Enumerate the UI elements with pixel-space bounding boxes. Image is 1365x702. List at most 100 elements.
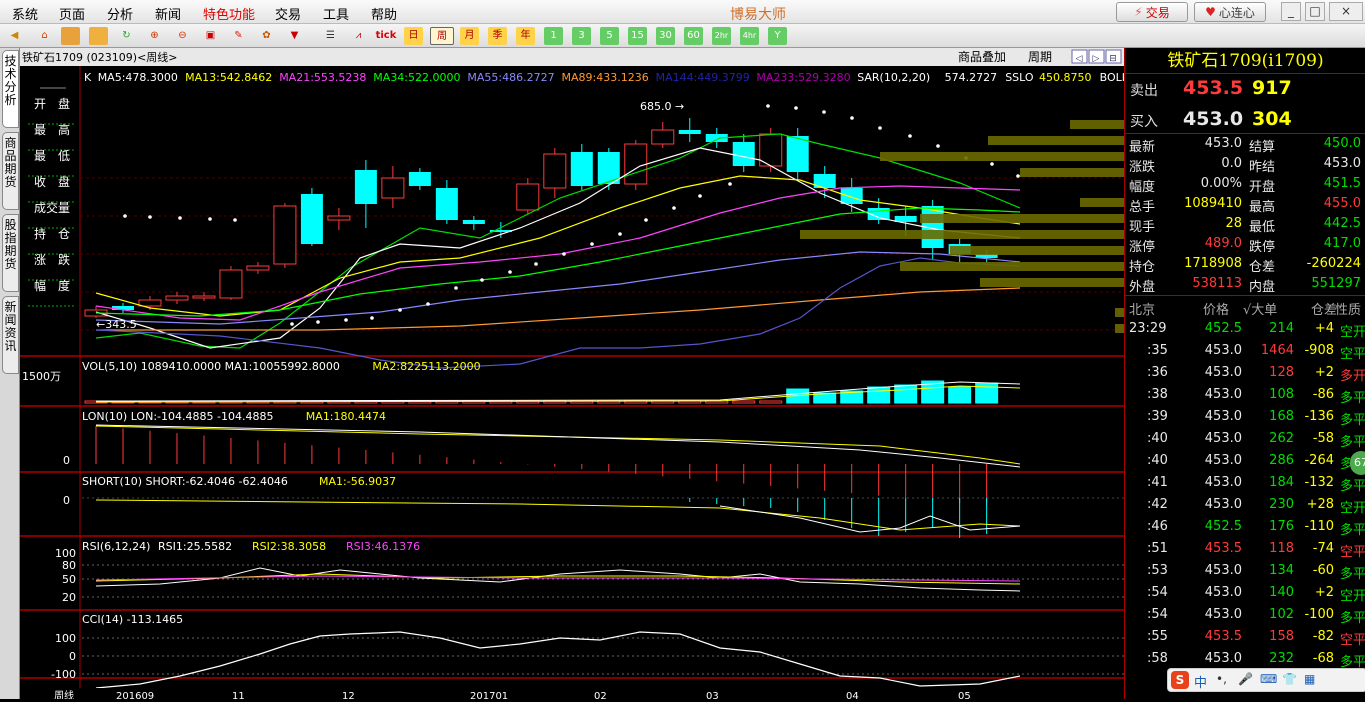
period-4hr[interactable]: 4hr [740,27,759,45]
trade-oi-change: -132 [1304,475,1334,490]
menu-help[interactable]: 帮助 [371,4,397,23]
side-label: 幅 [34,278,46,293]
trade-time: :53 [1147,563,1168,578]
tab-news[interactable]: 新闻资讯 [2,296,19,374]
menu-special[interactable]: 特色功能 [203,4,255,23]
candle-body [516,183,540,211]
period-year[interactable]: 年 [516,27,535,45]
trade-oi-change: +2 [1314,365,1334,380]
sar-dot [590,242,594,246]
candle-body [273,205,297,265]
trade-time: :46 [1147,519,1168,534]
trade-time: :36 [1147,365,1168,380]
period-season[interactable]: 季 [488,27,507,45]
table-icon[interactable]: ☰ [321,27,340,45]
trade-volume: 158 [1269,629,1294,644]
trade-nature: 空平 [1339,633,1365,648]
trade-time: :51 [1147,541,1168,556]
sar-dot [766,104,770,108]
trade-price: 453.0 [1204,497,1242,512]
period-tick[interactable]: tick [375,27,397,45]
home-icon[interactable]: ⌂ [35,27,54,45]
keyboard-icon[interactable]: ⌨ [1260,672,1277,686]
tab-index-futures[interactable]: 股指期货 [2,214,19,292]
side-label: 盘 [58,96,70,111]
menu-trade[interactable]: 交易 [275,4,301,23]
x-axis-tick: 12 [342,691,355,699]
tool-icon[interactable]: ✿ [257,27,276,45]
heart-button[interactable]: ♥ 心连心 [1194,2,1266,22]
kline-chart[interactable]: 铁矿石1709 (023109)<周线> 商品叠加 周期 ◁ ▷ ⊟开 盘最 高最 低收 盘成交量… [20,48,1146,702]
minimize-button[interactable]: _ [1281,2,1301,21]
menu-news[interactable]: 新闻 [155,4,181,23]
tab-commodity-futures[interactable]: 商品期货 [2,132,19,210]
refresh-icon[interactable]: ↻ [117,27,136,45]
microphone-icon[interactable]: 🎤 [1238,672,1253,686]
period-week[interactable]: 周 [430,27,454,45]
period-day[interactable]: 日 [404,27,423,45]
ma-legend-item: K [84,71,92,84]
period-3min[interactable]: 3 [572,27,591,45]
trade-row: :42 453.0 230 +28 空开 [1125,497,1365,517]
book-icon[interactable] [61,27,80,45]
quote-label: 幅度 [1129,180,1156,195]
menu-analysis[interactable]: 分析 [107,4,133,23]
period-60min[interactable]: 60 [684,27,703,45]
ime-toolbar[interactable]: S 中 •, 🎤 ⌨ 👕 ▦ [1167,668,1365,692]
trade-price: 452.5 [1204,321,1242,336]
vol-legend: VOL(5,10) 1089410.0000 MA1:10055992.8000 [82,360,340,373]
x-axis-tick: 02 [594,691,607,699]
volume-bar [975,382,999,404]
close-button[interactable]: × [1329,2,1363,21]
side-label: 收 [34,175,46,189]
grid-icon[interactable]: ▦ [1304,672,1315,686]
ma-legend-item: MA13:542.8462 [185,71,272,84]
trades-header-cell: 北京 [1129,303,1156,318]
back-arrow-icon[interactable]: ◀ [5,27,24,45]
trade-volume: 108 [1269,387,1294,402]
trades-header: 北京 价格 √大单 仓差 性质 [1125,299,1365,319]
trade-price: 453.5 [1204,629,1242,644]
trade-time: :39 [1147,409,1168,424]
candle-body [543,153,567,189]
ime-punct-icon[interactable]: •, [1216,672,1227,686]
trade-nature: 多平 [1339,523,1365,538]
skin-icon[interactable]: 👕 [1282,672,1297,686]
floating-badge[interactable]: 67 [1350,451,1365,475]
period-2hr[interactable]: 2hr [712,27,731,45]
trade-price: 453.0 [1204,563,1242,578]
side-label: 盘 [58,174,70,189]
x-axis-tick: 201609 [116,691,154,699]
menu-system[interactable]: 系统 [12,4,38,23]
trade-volume: 184 [1269,475,1294,490]
menu-page[interactable]: 页面 [59,4,85,23]
chart-area[interactable]: 铁矿石1709 (023109)<周线> 商品叠加 周期 ◁ ▷ ⊟ 开盘最高最低收盘成交量… [20,48,1146,702]
period-custom[interactable]: Y [768,27,787,45]
lon-ma-line [95,425,1021,465]
period-1min[interactable]: 1 [544,27,563,45]
app-title: 博易大师 [730,7,786,23]
period-month[interactable]: 月 [460,27,479,45]
period-5min[interactable]: 5 [600,27,619,45]
trade-button[interactable]: ⚡ 交易 [1116,2,1188,22]
folder-icon[interactable] [89,27,108,45]
menu-tools[interactable]: 工具 [323,4,349,23]
buy-label: 买入 [1130,114,1158,130]
tab-technical-analysis[interactable]: 技术分析 [2,50,19,128]
maximize-button[interactable]: □ [1305,2,1325,21]
overlay-button: 商品叠加 [958,49,1006,64]
pen-icon[interactable]: ✎ [229,27,248,45]
filter-icon[interactable]: ▼ [285,27,304,45]
quote-label: 昨结 [1249,160,1276,175]
trade-row: :38 453.0 108 -86 多平 [1125,387,1365,407]
zoom-out-icon[interactable]: ⊖ [173,27,192,45]
sar-dot [990,162,994,166]
period-15min[interactable]: 15 [628,27,647,45]
sar-dot [672,206,676,210]
period-30min[interactable]: 30 [656,27,675,45]
ime-lang[interactable]: 中 [1194,672,1207,691]
kline-icon[interactable]: ⩘ [349,27,368,45]
zoom-in-icon[interactable]: ⊕ [145,27,164,45]
lon-ma1-legend: MA1:180.4474 [306,410,386,423]
window-icon[interactable]: ▣ [201,27,220,45]
